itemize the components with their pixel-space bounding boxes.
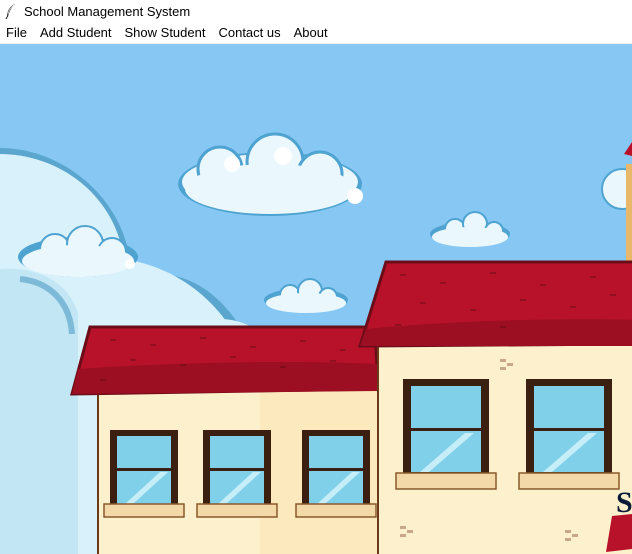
title-bar: School Management System bbox=[0, 0, 632, 22]
school-illustration: S bbox=[0, 44, 632, 554]
menu-bar: File Add Student Show Student Contact us… bbox=[0, 22, 632, 44]
left-window-1 bbox=[103, 430, 185, 518]
menu-show-student[interactable]: Show Student bbox=[119, 22, 213, 43]
svg-text:S: S bbox=[616, 486, 632, 519]
menu-add-student[interactable]: Add Student bbox=[34, 22, 119, 43]
window-title: School Management System bbox=[24, 3, 191, 19]
right-window-2 bbox=[518, 379, 620, 490]
menu-file[interactable]: File bbox=[0, 22, 34, 43]
right-window-1 bbox=[395, 379, 497, 490]
menu-contact-us[interactable]: Contact us bbox=[212, 22, 287, 43]
left-window-3 bbox=[295, 430, 377, 518]
background-canvas: S bbox=[0, 44, 632, 554]
left-window-2 bbox=[196, 430, 278, 518]
menu-about[interactable]: About bbox=[288, 22, 335, 43]
feather-icon bbox=[4, 3, 18, 20]
